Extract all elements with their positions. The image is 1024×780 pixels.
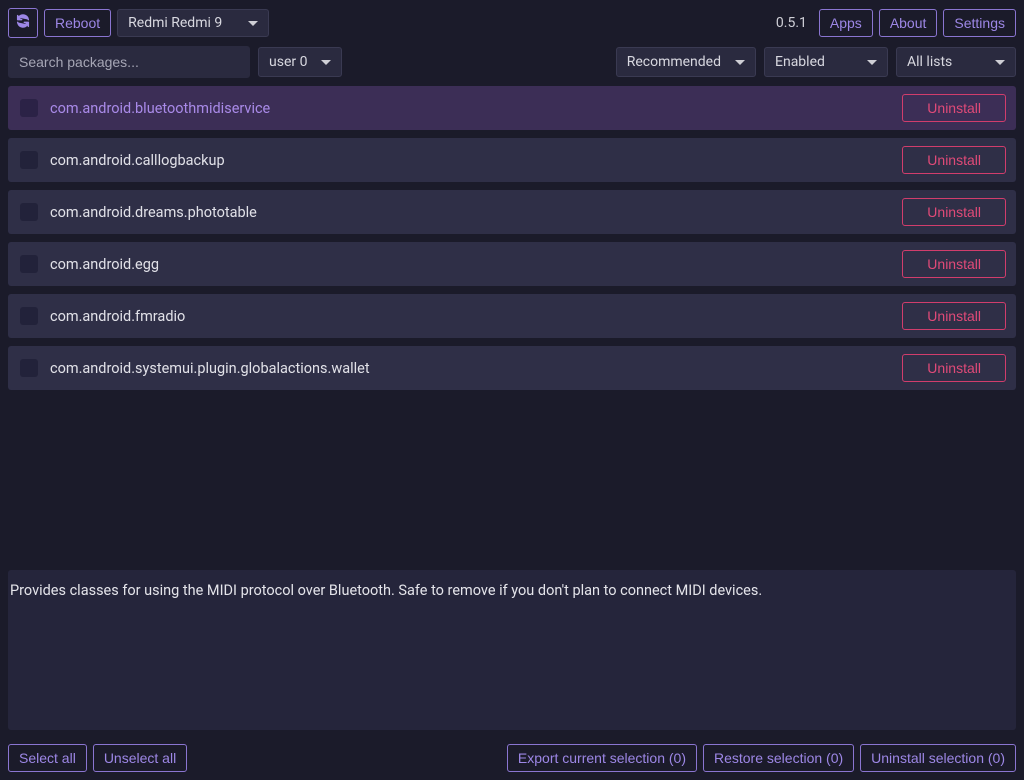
apps-button[interactable]: Apps bbox=[819, 9, 873, 37]
package-checkbox[interactable] bbox=[20, 99, 38, 117]
package-row[interactable]: com.android.systemui.plugin.globalaction… bbox=[8, 346, 1016, 390]
uninstall-button[interactable]: Uninstall bbox=[902, 354, 1006, 382]
about-button[interactable]: About bbox=[879, 9, 938, 37]
package-row[interactable]: com.android.dreams.phototable Uninstall bbox=[8, 190, 1016, 234]
package-name: com.android.bluetoothmidiservice bbox=[50, 100, 890, 117]
chevron-down-icon bbox=[248, 21, 258, 26]
status-dropdown-label: Enabled bbox=[775, 54, 825, 70]
uninstall-button[interactable]: Uninstall bbox=[902, 94, 1006, 122]
package-checkbox[interactable] bbox=[20, 203, 38, 221]
list-dropdown-label: All lists bbox=[907, 54, 952, 70]
uninstall-button[interactable]: Uninstall bbox=[902, 198, 1006, 226]
bottom-toolbar: Select all Unselect all Export current s… bbox=[0, 736, 1024, 780]
search-input[interactable] bbox=[8, 46, 250, 78]
package-name: com.android.systemui.plugin.globalaction… bbox=[50, 360, 890, 377]
version-label: 0.5.1 bbox=[776, 15, 807, 31]
uninstall-button[interactable]: Uninstall bbox=[902, 250, 1006, 278]
chevron-down-icon bbox=[735, 60, 745, 65]
restore-selection-button[interactable]: Restore selection (0) bbox=[703, 744, 854, 772]
package-name: com.android.fmradio bbox=[50, 308, 890, 325]
settings-button[interactable]: Settings bbox=[943, 9, 1016, 37]
package-name: com.android.dreams.phototable bbox=[50, 204, 890, 221]
chevron-down-icon bbox=[867, 60, 877, 65]
user-dropdown-label: user 0 bbox=[269, 54, 307, 70]
chevron-down-icon bbox=[321, 60, 331, 65]
description-text: Provides classes for using the MIDI prot… bbox=[8, 582, 1016, 599]
select-all-button[interactable]: Select all bbox=[8, 744, 87, 772]
package-row[interactable]: com.android.bluetoothmidiservice Uninstal… bbox=[8, 86, 1016, 130]
package-list: com.android.bluetoothmidiservice Uninstal… bbox=[0, 86, 1024, 390]
refresh-button[interactable] bbox=[8, 8, 38, 38]
package-checkbox[interactable] bbox=[20, 255, 38, 273]
refresh-icon bbox=[15, 13, 31, 33]
status-dropdown[interactable]: Enabled bbox=[764, 47, 888, 77]
top-toolbar: Reboot Redmi Redmi 9 0.5.1 Apps About Se… bbox=[0, 0, 1024, 46]
category-dropdown-label: Recommended bbox=[627, 54, 721, 70]
package-checkbox[interactable] bbox=[20, 359, 38, 377]
package-name: com.android.egg bbox=[50, 256, 890, 273]
uninstall-button[interactable]: Uninstall bbox=[902, 302, 1006, 330]
device-selector[interactable]: Redmi Redmi 9 bbox=[117, 9, 269, 37]
unselect-all-button[interactable]: Unselect all bbox=[93, 744, 187, 772]
package-checkbox[interactable] bbox=[20, 151, 38, 169]
chevron-down-icon bbox=[995, 60, 1005, 65]
package-row[interactable]: com.android.calllogbackup Uninstall bbox=[8, 138, 1016, 182]
package-row[interactable]: com.android.fmradio Uninstall bbox=[8, 294, 1016, 338]
list-dropdown[interactable]: All lists bbox=[896, 47, 1016, 77]
user-dropdown[interactable]: user 0 bbox=[258, 47, 342, 77]
category-dropdown[interactable]: Recommended bbox=[616, 47, 756, 77]
export-selection-button[interactable]: Export current selection (0) bbox=[507, 744, 697, 772]
uninstall-selection-button[interactable]: Uninstall selection (0) bbox=[860, 744, 1016, 772]
package-row[interactable]: com.android.egg Uninstall bbox=[8, 242, 1016, 286]
device-selector-label: Redmi Redmi 9 bbox=[128, 15, 222, 31]
reboot-button[interactable]: Reboot bbox=[44, 9, 111, 37]
description-panel: Provides classes for using the MIDI prot… bbox=[8, 570, 1016, 730]
package-name: com.android.calllogbackup bbox=[50, 152, 890, 169]
uninstall-button[interactable]: Uninstall bbox=[902, 146, 1006, 174]
filter-toolbar: user 0 Recommended Enabled All lists bbox=[0, 46, 1024, 86]
package-checkbox[interactable] bbox=[20, 307, 38, 325]
